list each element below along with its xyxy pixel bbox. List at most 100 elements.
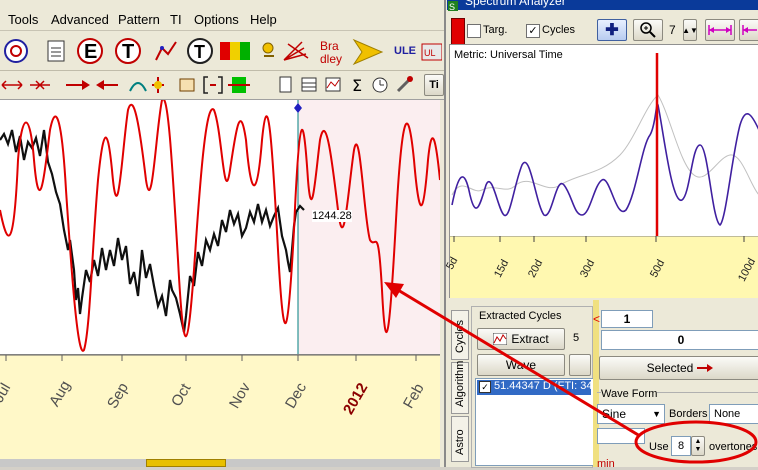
ti-button[interactable]: Ti <box>424 74 444 96</box>
spectrum-power-curve <box>451 103 758 226</box>
expand-arrows-icon[interactable] <box>1 80 23 90</box>
wave-extra-button[interactable] <box>569 354 591 376</box>
extract-button[interactable]: Extract <box>477 328 565 350</box>
zoom-button[interactable] <box>633 19 663 41</box>
color-bars-icon[interactable] <box>220 42 250 60</box>
e-circle-icon[interactable]: E <box>77 38 103 64</box>
spectrum-plot[interactable]: Metric: Universal Time <box>449 44 758 238</box>
overtones-spinner[interactable]: ▲ ▼ <box>691 436 705 456</box>
time-axis: Jul Aug Sep Oct Nov Dec 2012 Feb <box>0 355 440 459</box>
wave-form-label: Wave Form <box>601 388 658 400</box>
price-chart[interactable]: 1244.28 <box>0 98 441 355</box>
trend-line-icon[interactable] <box>155 41 177 61</box>
color-swatch[interactable] <box>451 18 465 46</box>
value1-field[interactable]: 1 <box>601 310 653 328</box>
time-axis-ticks <box>0 355 440 361</box>
t-circle-icon[interactable]: T <box>115 38 141 64</box>
wave-param-field[interactable] <box>597 428 645 444</box>
wave-form-select[interactable]: Sine ▼ <box>597 404 665 424</box>
borders-label: Borders <box>669 408 708 420</box>
selected-button[interactable]: Selected <box>599 356 758 380</box>
menu-pattern[interactable]: Pattern <box>118 12 160 27</box>
extract-count: 5 <box>573 332 580 344</box>
scrollbar-thumb[interactable] <box>146 459 226 467</box>
green-marker-icon[interactable] <box>228 77 250 93</box>
expand-range-button[interactable] <box>705 19 735 41</box>
spectrum-controls-panel: Cycles Algorithm Astro Extracted Cycles … <box>447 300 758 470</box>
shrink-range-button[interactable] <box>739 19 758 41</box>
cycle-item-checkbox[interactable]: ✓ <box>479 381 491 393</box>
clock-icon[interactable] <box>372 77 388 93</box>
min-label: min <box>597 458 615 470</box>
cycle-list-item[interactable]: ✓ 51.44347 D (FTI: 34 <box>477 380 591 395</box>
tab-cycles[interactable]: Cycles <box>451 310 469 360</box>
spectrum-title-bar[interactable]: Spectrum Analyzer <box>447 0 758 10</box>
value2-field[interactable]: 0 <box>601 330 758 350</box>
sigma-icon[interactable]: Σ <box>352 76 362 95</box>
spectrum-plot-svg <box>451 53 758 237</box>
page-icon[interactable] <box>279 76 292 93</box>
ule-icon[interactable]: ULE <box>394 45 416 57</box>
document-icon[interactable] <box>47 40 65 62</box>
svg-text:ULE: ULE <box>394 45 416 57</box>
tab-algorithm[interactable]: Algorithm <box>451 361 469 414</box>
overtones-input[interactable]: 8 <box>671 436 691 456</box>
bradley-icon[interactable]: Bradley <box>320 39 342 66</box>
chevron-down-icon: ▼ <box>652 409 661 419</box>
overtones-label: overtones <box>709 441 758 453</box>
use-label: Use <box>649 441 669 453</box>
svg-text:Σ: Σ <box>352 76 362 95</box>
add-cycle-button[interactable]: ✚ <box>597 19 627 41</box>
menu-tools[interactable]: Tools <box>8 12 38 27</box>
pin-icon[interactable] <box>262 42 274 57</box>
astro-wheel-icon[interactable] <box>4 39 28 63</box>
menu-help[interactable]: Help <box>250 12 277 27</box>
svg-text:T: T <box>122 41 134 63</box>
drawing-icons: Σ <box>1 76 413 95</box>
hand-icon[interactable] <box>179 78 195 92</box>
targ-label: Targ. <box>483 24 508 36</box>
collapse-arrows-icon[interactable] <box>30 80 50 90</box>
spectrum-app-icon: S <box>448 0 458 12</box>
svg-text:Bra: Bra <box>320 39 339 53</box>
menu-bar: Tools Advanced Pattern TI Options Help <box>0 10 444 31</box>
targ-checkbox[interactable] <box>467 24 481 38</box>
arrow-left-icon[interactable] <box>96 80 118 90</box>
extracted-cycles-label: Extracted Cycles <box>479 310 562 322</box>
svg-text:S: S <box>449 2 455 11</box>
menu-advanced[interactable]: Advanced <box>51 12 109 27</box>
cycles-checkbox[interactable]: ✓ <box>526 24 540 38</box>
main-toolbar: E T T Bra dley ULE UL <box>0 32 444 71</box>
ule-box-icon[interactable]: UL <box>421 43 442 61</box>
tab-astro[interactable]: Astro <box>451 416 469 462</box>
zoom-value: 7 <box>669 23 676 37</box>
menu-ti[interactable]: TI <box>170 12 182 27</box>
gann-fan-icon[interactable] <box>283 41 309 61</box>
shrink-range-icon <box>742 25 757 35</box>
extract-icon <box>493 333 508 345</box>
svg-text:E: E <box>84 41 97 63</box>
arrow-right-icon[interactable] <box>66 80 90 90</box>
from-marker: < <box>593 312 601 326</box>
spectrum-toolbar: Targ. ✓ Cycles ✚ 7 ▲▼ <box>447 14 758 46</box>
spectrum-title: Spectrum Analyzer <box>465 0 566 8</box>
menu-options[interactable]: Options <box>194 12 239 27</box>
timing-circle-icon[interactable]: T <box>187 38 213 64</box>
wave-button[interactable]: Wave <box>477 354 565 376</box>
tools-icon[interactable] <box>396 76 413 93</box>
table-icon[interactable] <box>301 77 317 92</box>
toolbar-icons: E T T Bradley ULE UL <box>4 38 442 66</box>
arc-icon[interactable] <box>129 82 147 92</box>
cycles-label: Cycles <box>542 24 576 36</box>
price-chart-svg <box>0 98 441 354</box>
borders-select[interactable]: None <box>709 404 758 424</box>
bracket-icon[interactable] <box>203 76 223 94</box>
split-icon[interactable] <box>152 77 164 93</box>
arrow-flag-icon[interactable] <box>352 38 384 66</box>
svg-text:dley: dley <box>320 52 342 66</box>
zoom-spinner[interactable]: ▲▼ <box>682 19 698 41</box>
spectrum-axis: 5d 15d 20d 30d 50d 100d <box>444 236 758 298</box>
chart-grid-icon[interactable] <box>325 77 341 92</box>
drawing-toolbar: Σ Ti <box>0 71 444 100</box>
main-window: Tools Advanced Pattern TI Options Help E… <box>0 0 444 467</box>
